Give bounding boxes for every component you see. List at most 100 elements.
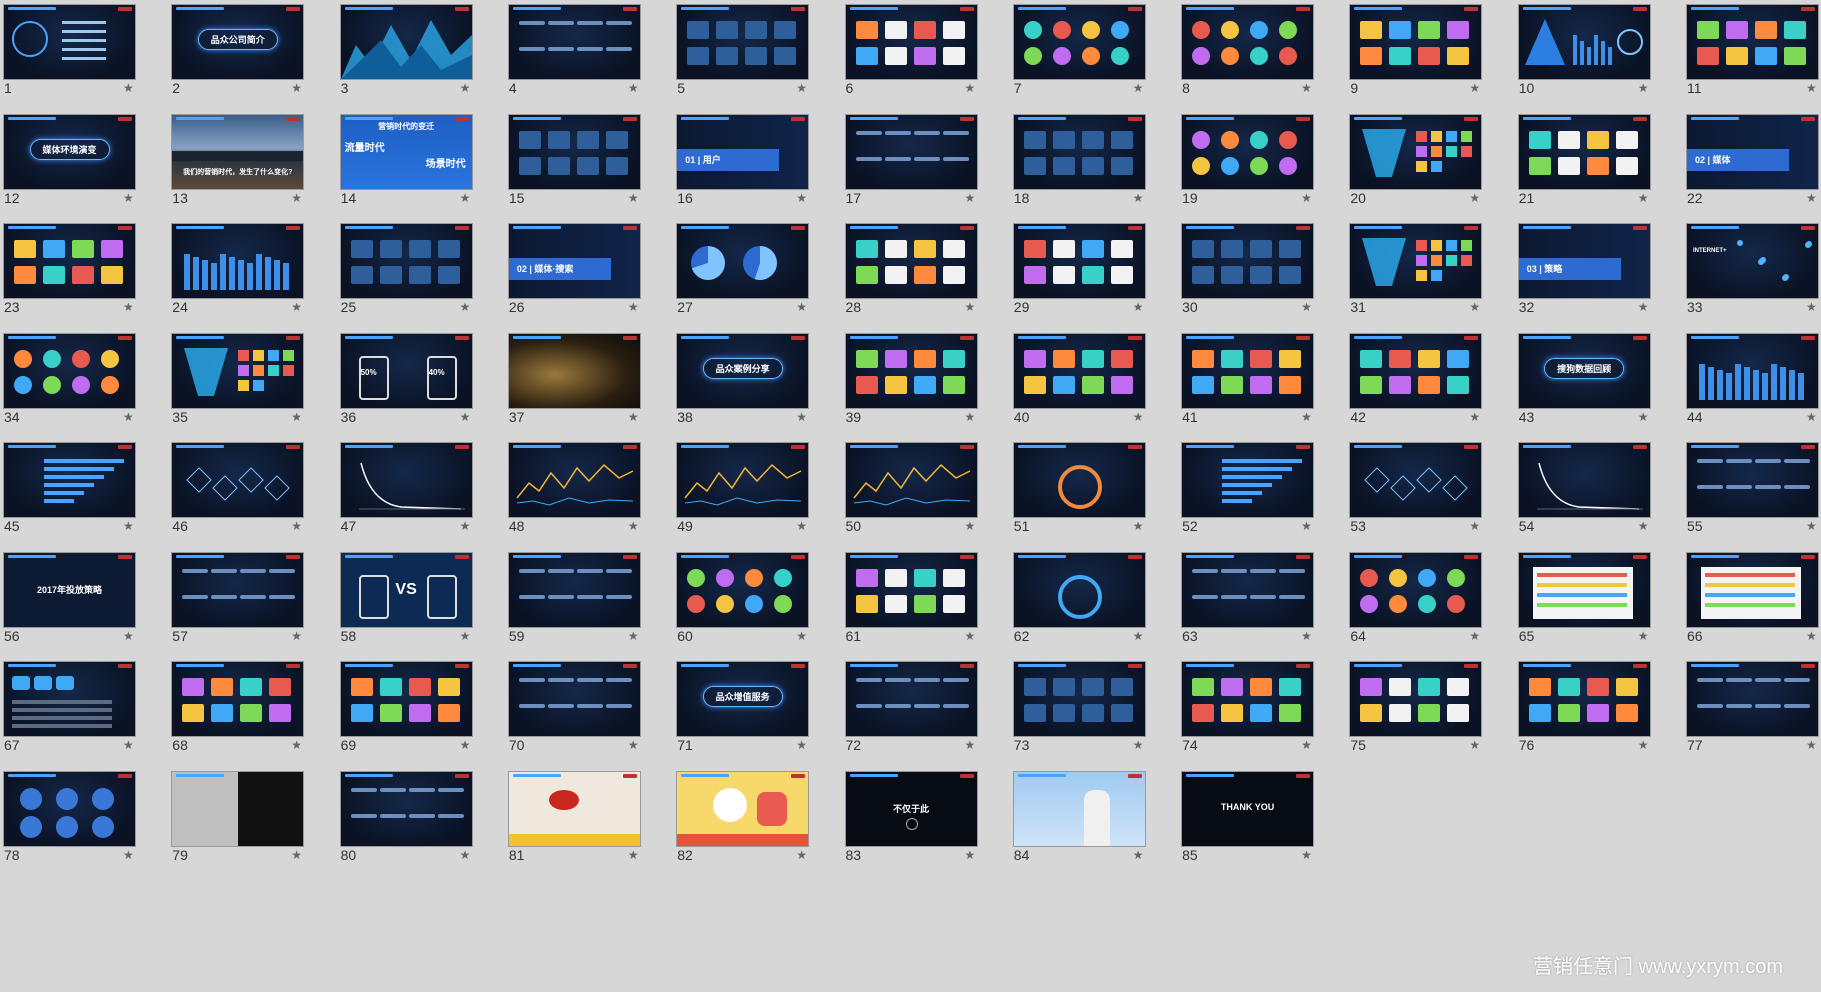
star-icon[interactable]: ★ bbox=[628, 300, 639, 314]
star-icon[interactable]: ★ bbox=[965, 519, 976, 533]
star-icon[interactable]: ★ bbox=[1301, 81, 1312, 95]
star-icon[interactable]: ★ bbox=[1469, 410, 1480, 424]
star-icon[interactable]: ★ bbox=[460, 738, 471, 752]
slide-thumbnail[interactable]: 10 ★ bbox=[1515, 0, 1683, 105]
slide-thumbnail[interactable]: 66 ★ bbox=[1683, 548, 1821, 653]
star-icon[interactable]: ★ bbox=[628, 848, 639, 862]
star-icon[interactable]: ★ bbox=[1806, 300, 1817, 314]
star-icon[interactable]: ★ bbox=[1301, 629, 1312, 643]
slide-thumbnail[interactable]: 2017年投放策略 56 ★ bbox=[0, 548, 168, 653]
slide-thumbnail[interactable]: 02 | 媒体 22 ★ bbox=[1683, 110, 1821, 215]
star-icon[interactable]: ★ bbox=[1638, 410, 1649, 424]
star-icon[interactable]: ★ bbox=[796, 519, 807, 533]
slide-thumbnail[interactable]: 57 ★ bbox=[168, 548, 336, 653]
slide-thumbnail[interactable]: 50 ★ bbox=[842, 438, 1010, 543]
star-icon[interactable]: ★ bbox=[796, 81, 807, 95]
slide-thumbnail[interactable]: 65 ★ bbox=[1515, 548, 1683, 653]
slide-thumbnail[interactable]: 8 ★ bbox=[1178, 0, 1346, 105]
star-icon[interactable]: ★ bbox=[965, 81, 976, 95]
slide-thumbnail[interactable]: 搜狗数据回顾 43 ★ bbox=[1515, 329, 1683, 434]
star-icon[interactable]: ★ bbox=[1301, 848, 1312, 862]
star-icon[interactable]: ★ bbox=[291, 81, 302, 95]
slide-thumbnail[interactable]: 39 ★ bbox=[842, 329, 1010, 434]
slide-thumbnail[interactable]: 73 ★ bbox=[1010, 657, 1178, 762]
star-icon[interactable]: ★ bbox=[123, 300, 134, 314]
slide-thumbnail[interactable]: 62 ★ bbox=[1010, 548, 1178, 653]
slide-thumbnail[interactable]: 55 ★ bbox=[1683, 438, 1821, 543]
slide-thumbnail[interactable]: 28 ★ bbox=[842, 219, 1010, 324]
star-icon[interactable]: ★ bbox=[1133, 738, 1144, 752]
star-icon[interactable]: ★ bbox=[1469, 81, 1480, 95]
slide-thumbnail[interactable]: 54 ★ bbox=[1515, 438, 1683, 543]
slide-thumbnail[interactable]: 34 ★ bbox=[0, 329, 168, 434]
slide-thumbnail[interactable]: 76 ★ bbox=[1515, 657, 1683, 762]
star-icon[interactable]: ★ bbox=[460, 410, 471, 424]
star-icon[interactable]: ★ bbox=[460, 81, 471, 95]
slide-thumbnail[interactable]: 70 ★ bbox=[505, 657, 673, 762]
star-icon[interactable]: ★ bbox=[123, 410, 134, 424]
slide-thumbnail[interactable]: 03 | 策略 32 ★ bbox=[1515, 219, 1683, 324]
star-icon[interactable]: ★ bbox=[965, 738, 976, 752]
star-icon[interactable]: ★ bbox=[1806, 410, 1817, 424]
slide-thumbnail[interactable]: 42 ★ bbox=[1346, 329, 1514, 434]
slide-thumbnail[interactable]: 41 ★ bbox=[1178, 329, 1346, 434]
star-icon[interactable]: ★ bbox=[1638, 191, 1649, 205]
slide-thumbnail[interactable]: 31 ★ bbox=[1346, 219, 1514, 324]
star-icon[interactable]: ★ bbox=[628, 191, 639, 205]
slide-thumbnail[interactable]: 24 ★ bbox=[168, 219, 336, 324]
slide-thumbnail[interactable]: 37 ★ bbox=[505, 329, 673, 434]
slide-thumbnail[interactable]: 49 ★ bbox=[673, 438, 841, 543]
star-icon[interactable]: ★ bbox=[796, 738, 807, 752]
slide-thumbnail[interactable]: 44 ★ bbox=[1683, 329, 1821, 434]
slide-thumbnail[interactable]: 3 ★ bbox=[337, 0, 505, 105]
slide-thumbnail[interactable]: 78 ★ bbox=[0, 767, 168, 872]
star-icon[interactable]: ★ bbox=[123, 738, 134, 752]
star-icon[interactable]: ★ bbox=[796, 629, 807, 643]
slide-thumbnail[interactable]: 68 ★ bbox=[168, 657, 336, 762]
slide-thumbnail[interactable]: VS 58 ★ bbox=[337, 548, 505, 653]
slide-thumbnail[interactable]: 69 ★ bbox=[337, 657, 505, 762]
slide-thumbnail[interactable]: 72 ★ bbox=[842, 657, 1010, 762]
star-icon[interactable]: ★ bbox=[1638, 81, 1649, 95]
star-icon[interactable]: ★ bbox=[1469, 300, 1480, 314]
star-icon[interactable]: ★ bbox=[965, 629, 976, 643]
star-icon[interactable]: ★ bbox=[291, 300, 302, 314]
star-icon[interactable]: ★ bbox=[1133, 300, 1144, 314]
slide-thumbnail[interactable]: 74 ★ bbox=[1178, 657, 1346, 762]
star-icon[interactable]: ★ bbox=[460, 629, 471, 643]
star-icon[interactable]: ★ bbox=[1469, 519, 1480, 533]
slide-thumbnail[interactable]: 15 ★ bbox=[505, 110, 673, 215]
slide-thumbnail[interactable]: 11 ★ bbox=[1683, 0, 1821, 105]
slide-thumbnail[interactable]: 40 ★ bbox=[1010, 329, 1178, 434]
slide-thumbnail[interactable]: 1 ★ bbox=[0, 0, 168, 105]
star-icon[interactable]: ★ bbox=[123, 848, 134, 862]
slide-thumbnail[interactable]: 我们的营销时代，发生了什么变化? 13 ★ bbox=[168, 110, 336, 215]
slide-thumbnail[interactable]: 81 ★ bbox=[505, 767, 673, 872]
star-icon[interactable]: ★ bbox=[1638, 629, 1649, 643]
star-icon[interactable]: ★ bbox=[796, 300, 807, 314]
slide-thumbnail[interactable]: 84 ★ bbox=[1010, 767, 1178, 872]
slide-thumbnail[interactable]: 50% 40% 36 ★ bbox=[337, 329, 505, 434]
slide-thumbnail[interactable]: 30 ★ bbox=[1178, 219, 1346, 324]
slide-thumbnail[interactable]: 不仅于此 83 ★ bbox=[842, 767, 1010, 872]
slide-thumbnail[interactable]: 35 ★ bbox=[168, 329, 336, 434]
star-icon[interactable]: ★ bbox=[1806, 629, 1817, 643]
slide-thumbnail[interactable]: 45 ★ bbox=[0, 438, 168, 543]
slide-thumbnail[interactable]: 79 ★ bbox=[168, 767, 336, 872]
slide-thumbnail[interactable]: INTERNET+ 33 ★ bbox=[1683, 219, 1821, 324]
star-icon[interactable]: ★ bbox=[1301, 519, 1312, 533]
slide-thumbnail[interactable]: 59 ★ bbox=[505, 548, 673, 653]
star-icon[interactable]: ★ bbox=[1806, 738, 1817, 752]
star-icon[interactable]: ★ bbox=[1133, 410, 1144, 424]
star-icon[interactable]: ★ bbox=[796, 848, 807, 862]
star-icon[interactable]: ★ bbox=[628, 629, 639, 643]
slide-thumbnail[interactable]: 61 ★ bbox=[842, 548, 1010, 653]
slide-thumbnail[interactable]: 6 ★ bbox=[842, 0, 1010, 105]
star-icon[interactable]: ★ bbox=[1133, 629, 1144, 643]
star-icon[interactable]: ★ bbox=[291, 191, 302, 205]
star-icon[interactable]: ★ bbox=[123, 191, 134, 205]
star-icon[interactable]: ★ bbox=[1133, 81, 1144, 95]
star-icon[interactable]: ★ bbox=[628, 738, 639, 752]
star-icon[interactable]: ★ bbox=[291, 848, 302, 862]
slide-thumbnail[interactable]: 23 ★ bbox=[0, 219, 168, 324]
